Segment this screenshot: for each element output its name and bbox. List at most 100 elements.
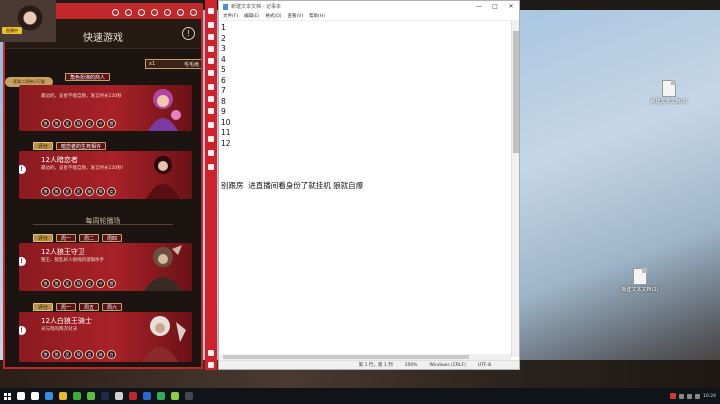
menu-edit[interactable]: 编辑(E)	[244, 12, 259, 20]
taskbar-explorer-button[interactable]	[56, 388, 70, 404]
desktop-file-icon-1[interactable]: 新建文本文档(3)	[649, 80, 689, 105]
close-icon[interactable]	[190, 8, 197, 16]
mail-icon[interactable]	[138, 8, 145, 16]
minimize-button[interactable]: —	[471, 1, 487, 12]
card-name: 12人白狼王骑士	[41, 317, 92, 325]
menu-file[interactable]: 文件(F)	[223, 12, 238, 20]
edge-icon	[45, 392, 53, 400]
steam-icon	[101, 392, 109, 400]
taskbar-edge-button[interactable]	[42, 388, 56, 404]
desktop-file-icon-2[interactable]: 新建文本文档(2)	[620, 268, 660, 293]
text-file-icon	[633, 268, 647, 285]
role-icon: 女	[85, 119, 94, 128]
save-icon[interactable]	[208, 164, 214, 170]
image-icon[interactable]	[208, 22, 214, 28]
room-owner: 毛毛雨	[183, 61, 199, 68]
grid-icon[interactable]	[208, 34, 214, 40]
text-line: 11	[221, 128, 231, 137]
taskbar-app-red-button[interactable]	[126, 388, 140, 404]
text-line: 别跟房 进直播间看身份了就挂机 狼就自爆	[221, 180, 364, 190]
ime-icon[interactable]	[695, 393, 701, 399]
card-desc: 最边的，妥星不能自救，发言时长120秒!	[41, 166, 124, 171]
role-icon: 狼	[41, 187, 50, 196]
game-card[interactable]: ! 12人白狼王骑士 光与暗的两次对决 狼 狼 民 预 女 骑 白	[19, 312, 192, 362]
menu-view[interactable]: 查看(V)	[288, 12, 304, 20]
vertical-scrollbar[interactable]	[511, 21, 519, 357]
taskbar-wechat-button[interactable]	[70, 388, 84, 404]
close-button[interactable]: ✕	[503, 1, 519, 12]
star-icon[interactable]	[208, 108, 214, 114]
role-icon: 狼	[41, 350, 50, 359]
menu-format[interactable]: 格式(O)	[265, 12, 281, 20]
camera-icon[interactable]	[208, 46, 214, 52]
role-icon: 白	[107, 350, 116, 359]
card-desc: 最边的，妥星不能自救，发言时长120秒	[41, 94, 122, 99]
minimize-icon[interactable]	[164, 8, 171, 16]
maximize-icon[interactable]	[177, 8, 184, 16]
taskbar-app-green-button[interactable]	[84, 388, 98, 404]
settings-icon[interactable]	[208, 150, 214, 156]
close-icon[interactable]	[208, 136, 214, 142]
character-portrait	[144, 245, 182, 291]
app-blue-icon	[143, 392, 151, 400]
back-icon[interactable]	[208, 350, 214, 356]
text-editor[interactable]: 1 2 3 4 5 6 7 8 9 10 11 12 别跟房 进直播间看身份了就…	[219, 21, 511, 357]
taskbar-app-dark-button[interactable]	[182, 388, 196, 404]
role-icon: 狼	[52, 350, 61, 359]
room-info-bar[interactable]: x1 毛毛雨	[145, 59, 201, 69]
game-card[interactable]: ! 12人狼王守卫 狼王、狼乱好人视线的逻辑杀手 狼 狼 民 预 女 守 猎	[19, 243, 192, 291]
taskbar-app-sq-button[interactable]	[112, 388, 126, 404]
taskbar-search-button[interactable]	[14, 388, 28, 404]
character-portrait	[148, 89, 181, 131]
character-portrait	[142, 316, 186, 362]
cursor-position: 第 1 行，第 1 列	[358, 363, 393, 368]
start-button[interactable]	[0, 388, 14, 404]
status-bar: 第 1 行，第 1 列 100% Windows (CRLF) UTF-8	[219, 360, 519, 369]
app-tray-icon[interactable]	[670, 393, 677, 399]
role-icon: 狼	[41, 119, 50, 128]
volume-icon[interactable]	[208, 84, 214, 90]
gift-icon[interactable]	[151, 8, 158, 16]
text-line: 12	[221, 138, 231, 148]
live-badge: 直播中	[2, 27, 22, 34]
help-icon[interactable]: !	[182, 27, 195, 40]
user-icon[interactable]	[112, 8, 119, 16]
text-line: 1	[221, 23, 226, 32]
clock[interactable]: 10:24	[703, 394, 716, 399]
taskbar-steam-button[interactable]	[98, 388, 112, 404]
taskbar-app-blue-button[interactable]	[140, 388, 154, 404]
role-icon: 狼	[41, 279, 50, 288]
scroll-thumb[interactable]	[513, 31, 519, 153]
shirt-icon[interactable]	[125, 8, 132, 16]
webcam-overlay: 直播中	[0, 0, 56, 42]
app-green2-icon	[157, 392, 165, 400]
role-icon: 民	[63, 350, 72, 359]
alert-icon: !	[19, 165, 26, 174]
tag: 评分	[33, 234, 54, 242]
maximize-button[interactable]: □	[487, 1, 503, 12]
monitor-icon[interactable]	[208, 58, 214, 64]
pen-icon[interactable]	[208, 8, 214, 14]
chat-icon[interactable]	[208, 70, 214, 76]
role-icon: 女	[107, 187, 116, 196]
app-lime-icon	[171, 392, 179, 400]
network-icon[interactable]	[679, 393, 685, 399]
notepad-icon	[223, 3, 228, 10]
game-card[interactable]: ! 12人暗恋者 最边的，妥星不能自救，发言时长120秒! 狼 狼 民 民 暗 …	[19, 151, 192, 199]
game-card[interactable]: 最边的，妥星不能自救，发言时长120秒 狼 狼 民 预 女 守 猎	[19, 85, 192, 131]
tag: 周一	[56, 234, 77, 242]
taskbar-task-view-button[interactable]	[28, 388, 42, 404]
role-icon: 狼	[52, 187, 61, 196]
text-line: 7	[221, 86, 226, 95]
room-multiplier: x1	[149, 61, 156, 67]
taskbar-app-green2-button[interactable]	[154, 388, 168, 404]
wechat-icon	[73, 392, 81, 400]
taskbar-app-lime-button[interactable]	[168, 388, 182, 404]
menu-help[interactable]: 帮助(H)	[309, 12, 325, 20]
taskbar-apps	[14, 388, 196, 404]
mic-icon[interactable]	[208, 96, 214, 102]
volume-icon[interactable]	[687, 393, 693, 399]
home-icon[interactable]	[208, 362, 214, 368]
scroll-thumb[interactable]	[223, 355, 469, 359]
location-icon[interactable]	[208, 122, 214, 128]
